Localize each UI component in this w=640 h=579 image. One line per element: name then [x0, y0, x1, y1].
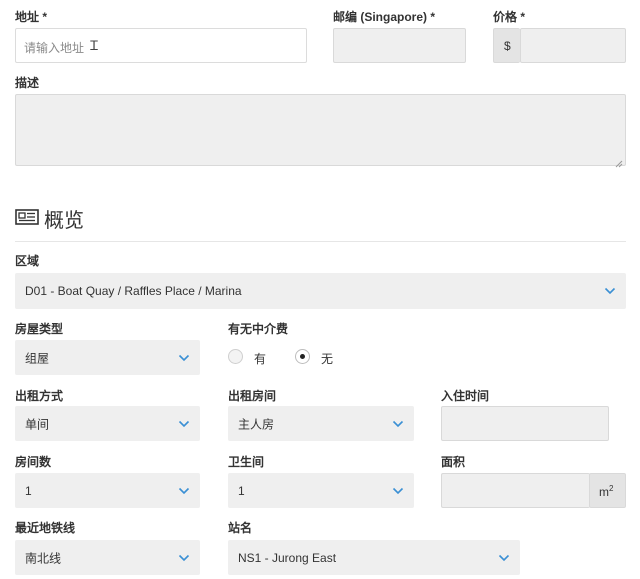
postal-label: 邮编 (Singapore) *	[333, 10, 436, 24]
text-cursor-icon: Ꮖ	[90, 38, 99, 53]
resize-handle-icon[interactable]	[615, 155, 623, 168]
area-unit: m2	[589, 473, 626, 508]
rent-type-select[interactable]: 单间	[15, 406, 200, 441]
agent-fee-no-radio[interactable]	[295, 349, 310, 364]
property-type-label: 房屋类型	[15, 322, 64, 336]
chevron-down-icon	[392, 487, 404, 495]
price-prefix: $	[493, 28, 520, 63]
area-unit-exp: 2	[609, 484, 614, 493]
station-label: 站名	[228, 521, 253, 535]
rooms-select[interactable]: 1	[15, 473, 200, 508]
chevron-down-icon	[178, 354, 190, 362]
bathrooms-value: 1	[238, 483, 245, 498]
address-placeholder: 请输入地址	[24, 41, 85, 55]
agent-fee-label: 有无中介费	[228, 322, 289, 336]
postal-input[interactable]	[333, 28, 466, 63]
rooms-label: 房间数	[15, 455, 52, 469]
bathrooms-label: 卫生间	[228, 455, 265, 469]
move-in-input[interactable]	[441, 406, 609, 441]
section-divider	[15, 241, 626, 242]
rent-type-value: 单间	[25, 417, 50, 431]
district-label: 区域	[15, 254, 40, 268]
chevron-down-icon	[498, 554, 510, 562]
mrt-line-label: 最近地铁线	[15, 521, 76, 535]
mrt-line-select[interactable]: 南北线	[15, 540, 200, 575]
mrt-line-value: 南北线	[25, 551, 62, 565]
price-label: 价格 *	[493, 10, 526, 24]
dollar-icon: $	[504, 39, 511, 53]
district-value: D01 - Boat Quay / Raffles Place / Marina	[25, 284, 242, 298]
property-type-value: 组屋	[25, 351, 50, 365]
description-label: 描述	[15, 76, 40, 90]
station-select[interactable]: NS1 - Jurong East	[228, 540, 520, 575]
agent-fee-no-label: 无	[321, 352, 334, 366]
price-input[interactable]	[520, 28, 626, 63]
area-input[interactable]	[441, 473, 590, 508]
address-label: 地址 *	[15, 10, 48, 24]
description-textarea[interactable]	[15, 94, 626, 168]
agent-fee-yes-label: 有	[254, 352, 267, 366]
chevron-down-icon	[392, 420, 404, 428]
newspaper-icon	[15, 209, 39, 225]
chevron-down-icon	[178, 420, 190, 428]
room-type-select[interactable]: 主人房	[228, 406, 414, 441]
bathrooms-select[interactable]: 1	[228, 473, 414, 508]
chevron-down-icon	[178, 487, 190, 495]
move-in-label: 入住时间	[441, 389, 490, 403]
rent-type-label: 出租方式	[15, 389, 64, 403]
overview-title: 概览	[44, 210, 84, 232]
area-unit-base: m	[599, 485, 609, 499]
rooms-value: 1	[25, 483, 32, 498]
chevron-down-icon	[178, 554, 190, 562]
chevron-down-icon	[604, 287, 616, 295]
district-select[interactable]: D01 - Boat Quay / Raffles Place / Marina	[15, 273, 626, 309]
station-value: NS1 - Jurong East	[238, 550, 337, 565]
room-type-value: 主人房	[238, 417, 275, 431]
agent-fee-yes-radio[interactable]	[228, 349, 243, 364]
address-input[interactable]: 请输入地址 Ꮖ	[15, 28, 307, 63]
property-type-select[interactable]: 组屋	[15, 340, 200, 375]
room-type-label: 出租房间	[228, 389, 277, 403]
area-label: 面积	[441, 455, 466, 469]
